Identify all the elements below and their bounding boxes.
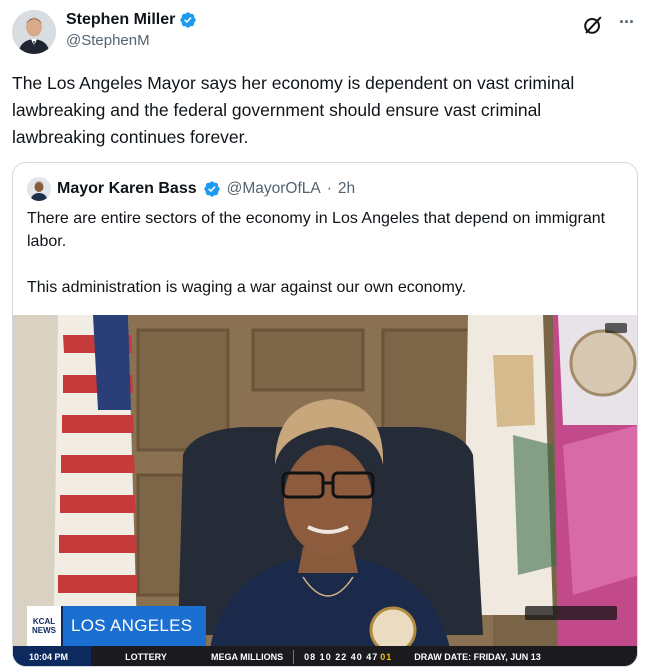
ticker-mega-ball: 01 (380, 652, 393, 662)
quoted-display-name: Mayor Karen Bass (57, 180, 197, 197)
ticker-numbers-group: 08 10 22 40 47 01 (294, 646, 404, 666)
ticker-game: MEGA MILLIONS (211, 652, 284, 662)
quoted-paragraph: This administration is waging a war agai… (27, 279, 467, 296)
video-player[interactable]: KCAL NEWS LOS ANGELES 10:04 PM LOTTERY M… (13, 315, 637, 666)
news-lower-third: KCAL NEWS LOS ANGELES (27, 606, 206, 646)
more-icon[interactable]: ··· (619, 12, 635, 33)
quoted-paragraph: There are entire sectors of the economy … (27, 210, 606, 250)
ticker-time: 10:04 PM (13, 646, 91, 666)
ticker-category: LOTTERY (125, 652, 167, 662)
network-line2: NEWS (32, 626, 56, 635)
location-label: LOS ANGELES (63, 606, 206, 646)
tweet-header: Stephen Miller @StephenM ··· (12, 10, 635, 56)
quoted-separator: · (326, 180, 332, 197)
quoted-tweet-card[interactable]: Mayor Karen Bass @MayorOfLA · 2h There a… (12, 162, 638, 667)
verified-badge-icon (203, 181, 220, 197)
network-logo: KCAL NEWS (27, 606, 63, 646)
author-handle[interactable]: @StephenM (66, 32, 197, 49)
author-avatar[interactable] (12, 10, 56, 54)
news-ticker: 10:04 PM LOTTERY MEGA MILLIONS 08 10 22 … (13, 646, 637, 666)
quoted-author-avatar (27, 177, 51, 201)
quoted-tweet-text: There are entire sectors of the economy … (27, 207, 623, 299)
speaker-caption-pill (525, 606, 617, 620)
grok-icon[interactable] (582, 14, 604, 36)
author-display-name[interactable]: Stephen Miller (66, 11, 175, 29)
quoted-timestamp[interactable]: 2h (338, 180, 355, 198)
ticker-draw-date: DRAW DATE: FRIDAY, JUN 13 (414, 652, 541, 662)
captions-chip[interactable] (605, 323, 627, 333)
verified-badge-icon (180, 12, 197, 28)
tweet-text: The Los Angeles Mayor says her economy i… (12, 73, 575, 147)
quoted-handle: @MayorOfLA (226, 180, 321, 197)
ticker-numbers: 08 10 22 40 47 (304, 652, 379, 662)
network-line1: KCAL (32, 617, 56, 626)
